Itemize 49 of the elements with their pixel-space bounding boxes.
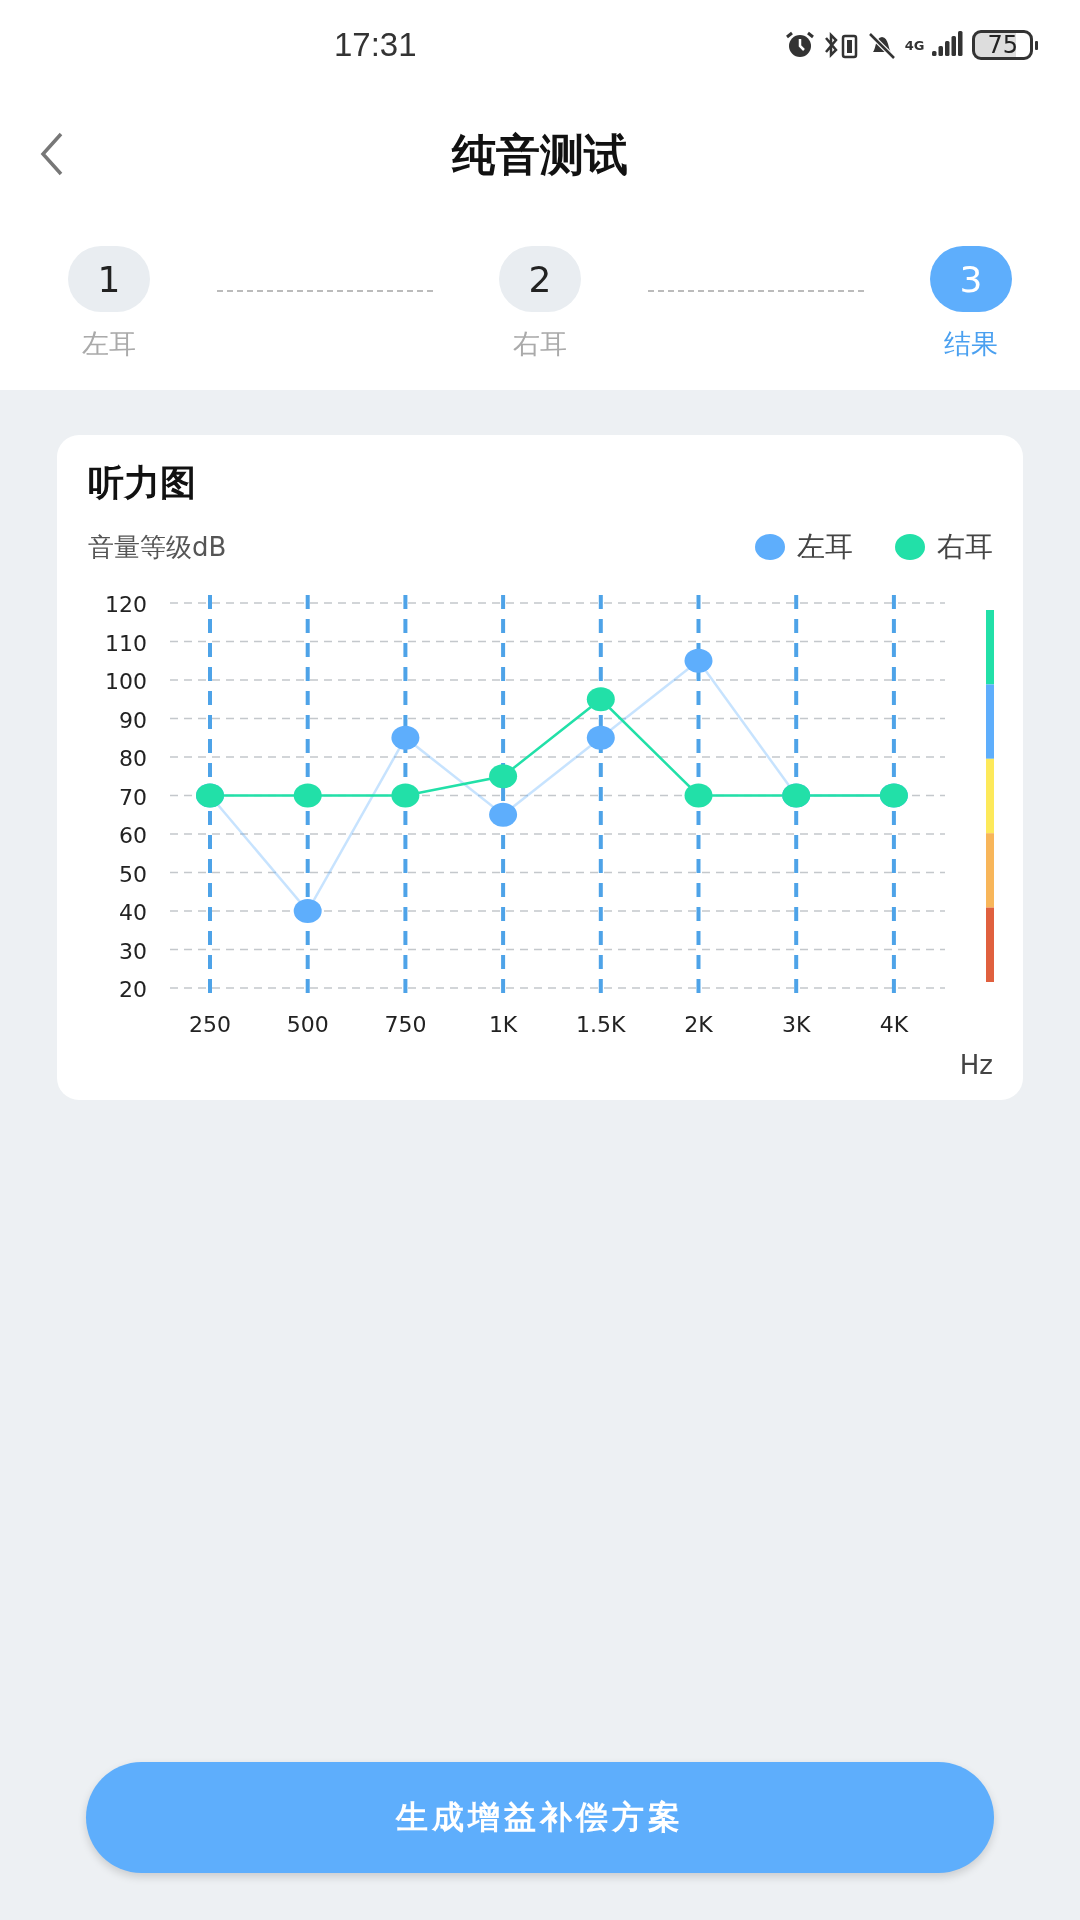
- data-point: [391, 783, 420, 808]
- alarm-clock-icon: [784, 30, 815, 60]
- y-tick-label: 80: [119, 746, 147, 771]
- bluetooth-vibrate-icon: [822, 30, 859, 60]
- data-point: [293, 899, 322, 923]
- data-point: [684, 783, 713, 808]
- data-point: [586, 725, 615, 750]
- y-tick-label: 60: [119, 823, 147, 848]
- x-tick-label: 500: [286, 1012, 329, 1037]
- y-tick-label: 30: [119, 938, 147, 964]
- data-point: [489, 802, 518, 827]
- data-point: [293, 783, 322, 808]
- x-tick-label: 750: [384, 1012, 427, 1037]
- axis-label: Hz: [959, 1050, 994, 1080]
- status-time: 17:31: [334, 26, 417, 64]
- x-tick-label: 2K: [684, 1012, 713, 1037]
- chart-title: 听力图: [87, 461, 197, 505]
- y-tick-label: 20: [119, 977, 147, 1002]
- muted-bell-icon: [866, 30, 897, 60]
- y-tick-label: 40: [119, 900, 147, 925]
- y-tick-label: 50: [119, 861, 147, 887]
- data-point: [684, 648, 713, 673]
- legend-label: 左耳: [797, 529, 853, 565]
- page-title: 纯音测试: [452, 127, 628, 182]
- step-number: 3: [930, 246, 1012, 312]
- step-number: 1: [68, 246, 150, 312]
- battery-level: 75: [972, 30, 1033, 60]
- y-tick-label: 100: [105, 669, 147, 694]
- data-point: [586, 687, 615, 712]
- step-label: 结果: [944, 327, 998, 361]
- axis-label: 音量等级dB: [88, 530, 227, 564]
- data-point: [391, 725, 420, 750]
- step-label: 左耳: [82, 327, 136, 361]
- step-label: 右耳: [513, 327, 567, 361]
- y-tick-label: 70: [119, 784, 147, 810]
- x-tick-label: 4K: [879, 1012, 909, 1037]
- x-tick-label: 3K: [782, 1012, 811, 1037]
- x-tick-label: 1K: [488, 1012, 518, 1037]
- generate-button[interactable]: 生成增益补偿方案: [86, 1762, 994, 1873]
- data-point: [489, 764, 518, 789]
- legend-label: 右耳: [937, 529, 993, 565]
- y-tick-label: 120: [105, 592, 147, 617]
- network-type: 4G: [904, 37, 925, 53]
- back-icon[interactable]: [40, 132, 64, 176]
- step-number: 2: [499, 246, 581, 312]
- x-tick-label: 1.5K: [576, 1012, 626, 1037]
- y-tick-label: 110: [105, 630, 147, 656]
- x-tick-label: 250: [189, 1012, 231, 1037]
- y-tick-label: 90: [119, 707, 147, 733]
